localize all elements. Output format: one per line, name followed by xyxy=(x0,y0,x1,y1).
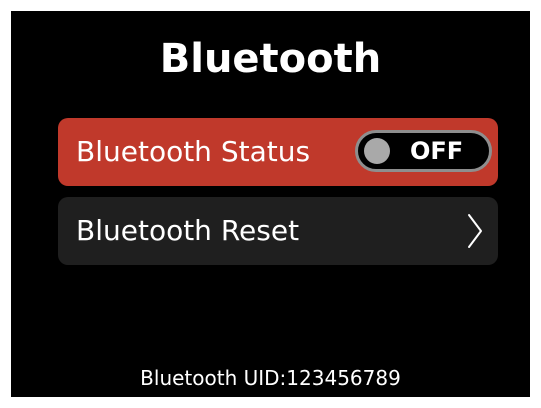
bluetooth-reset-row[interactable]: Bluetooth Reset xyxy=(58,197,498,265)
bluetooth-screen: Bluetooth Bluetooth Status OFF Bluetooth… xyxy=(11,11,530,397)
bluetooth-uid: Bluetooth UID:123456789 xyxy=(140,366,401,390)
bluetooth-reset-label: Bluetooth Reset xyxy=(76,214,300,247)
bluetooth-status-toggle[interactable]: OFF xyxy=(355,130,492,172)
bluetooth-status-label: Bluetooth Status xyxy=(76,135,311,168)
bluetooth-status-row[interactable]: Bluetooth Status OFF xyxy=(58,118,498,186)
toggle-knob xyxy=(364,138,390,164)
toggle-state-label: OFF xyxy=(410,137,464,165)
page-title: Bluetooth xyxy=(159,36,382,82)
chevron-right-icon xyxy=(468,214,482,248)
